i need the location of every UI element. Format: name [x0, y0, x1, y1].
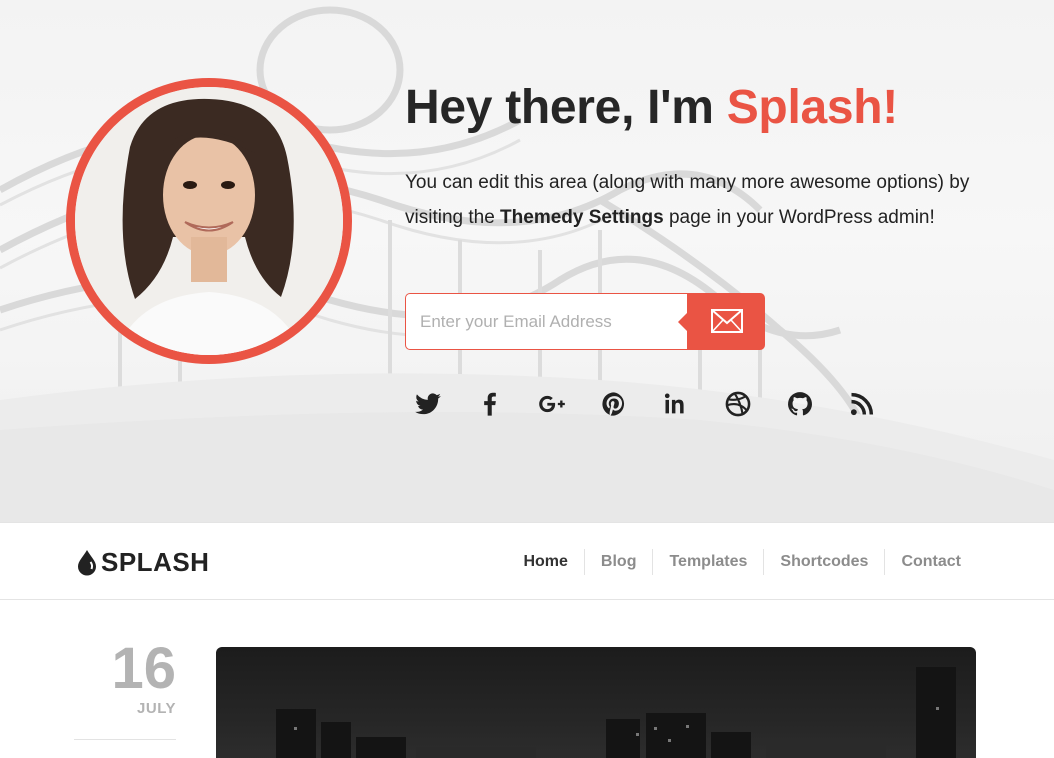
logo-text: SPLASH: [101, 547, 210, 577]
drop-icon: [78, 550, 96, 576]
twitter-link[interactable]: [414, 390, 442, 418]
post-featured-image[interactable]: [216, 647, 976, 758]
portrait-image: [75, 87, 343, 355]
linkedin-link[interactable]: [662, 390, 690, 418]
nav-item-templates[interactable]: Templates: [652, 549, 763, 575]
github-icon: [788, 392, 812, 416]
pinterest-icon: [602, 392, 625, 416]
dribbble-icon: [725, 391, 751, 417]
envelope-icon: [711, 309, 743, 333]
site-logo[interactable]: SPLASH: [76, 547, 209, 578]
social-links: [414, 390, 910, 418]
rss-link[interactable]: [848, 390, 876, 418]
nav-item-contact[interactable]: Contact: [884, 549, 977, 575]
hero-title-accent: Splash!: [726, 81, 899, 134]
profile-avatar: [66, 78, 352, 364]
hero-description: You can edit this area (along with many …: [405, 165, 1005, 235]
main-menu: Home Blog Templates Shortcodes Contact: [507, 549, 977, 575]
dribbble-link[interactable]: [724, 390, 752, 418]
hero-title: Hey there, I'm Splash!: [405, 80, 898, 135]
facebook-link[interactable]: [476, 390, 504, 418]
nav-item-home[interactable]: Home: [507, 549, 583, 575]
subscribe-button[interactable]: [678, 293, 765, 350]
themedy-settings-text: Themedy Settings: [500, 207, 664, 228]
linkedin-icon: [664, 393, 684, 414]
post-day: 16: [111, 636, 176, 701]
hero-text-after: page in your WordPress admin!: [663, 207, 935, 228]
city-skyline-image: [276, 667, 956, 758]
email-input[interactable]: [405, 293, 695, 350]
hero-section: Hey there, I'm Splash! You can edit this…: [0, 0, 1054, 522]
main-navbar: SPLASH Home Blog Templates Shortcodes Co…: [0, 522, 1054, 600]
hero-title-prefix: Hey there, I'm: [405, 81, 727, 134]
date-divider: [74, 739, 176, 740]
pinterest-link[interactable]: [600, 390, 628, 418]
nav-item-shortcodes[interactable]: Shortcodes: [763, 549, 884, 575]
twitter-icon: [415, 393, 441, 415]
google-plus-icon: [539, 395, 565, 413]
github-link[interactable]: [786, 390, 814, 418]
facebook-icon: [484, 392, 496, 416]
email-subscribe-form: [405, 293, 765, 350]
google-plus-link[interactable]: [538, 390, 566, 418]
nav-item-blog[interactable]: Blog: [583, 549, 653, 575]
post-date: 16 JULY: [74, 636, 176, 718]
rss-icon: [850, 392, 874, 416]
post-month: JULY: [137, 700, 176, 717]
